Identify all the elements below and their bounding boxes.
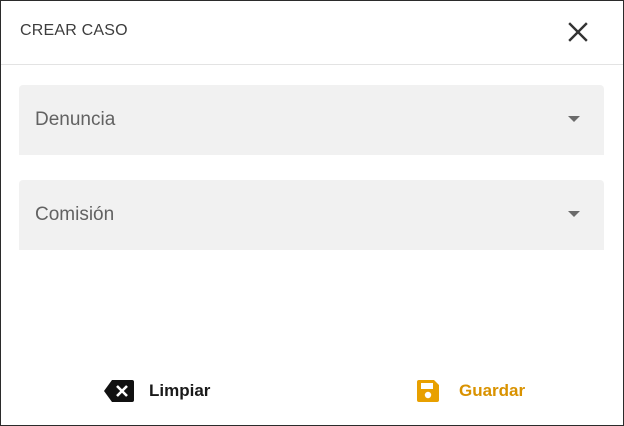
create-case-dialog: CREAR CASO Denuncia Comisión Limpiar Gua… (0, 0, 624, 426)
clear-button-label: Limpiar (149, 381, 211, 400)
save-button-label: Guardar (459, 381, 526, 400)
close-icon (568, 22, 588, 42)
backspace-icon (104, 380, 134, 402)
chevron-down-icon (568, 116, 580, 122)
denuncia-label: Denuncia (35, 109, 116, 130)
denuncia-select[interactable]: Denuncia (19, 85, 604, 155)
close-button[interactable] (565, 19, 591, 45)
dialog-header: CREAR CASO (1, 1, 623, 65)
save-icon (417, 380, 439, 402)
save-button[interactable]: Guardar (415, 373, 525, 409)
comision-select[interactable]: Comisión (19, 180, 604, 250)
dialog-title: CREAR CASO (20, 22, 128, 39)
chevron-down-icon (568, 211, 580, 217)
clear-button[interactable]: Limpiar (103, 373, 210, 409)
comision-label: Comisión (35, 204, 115, 225)
